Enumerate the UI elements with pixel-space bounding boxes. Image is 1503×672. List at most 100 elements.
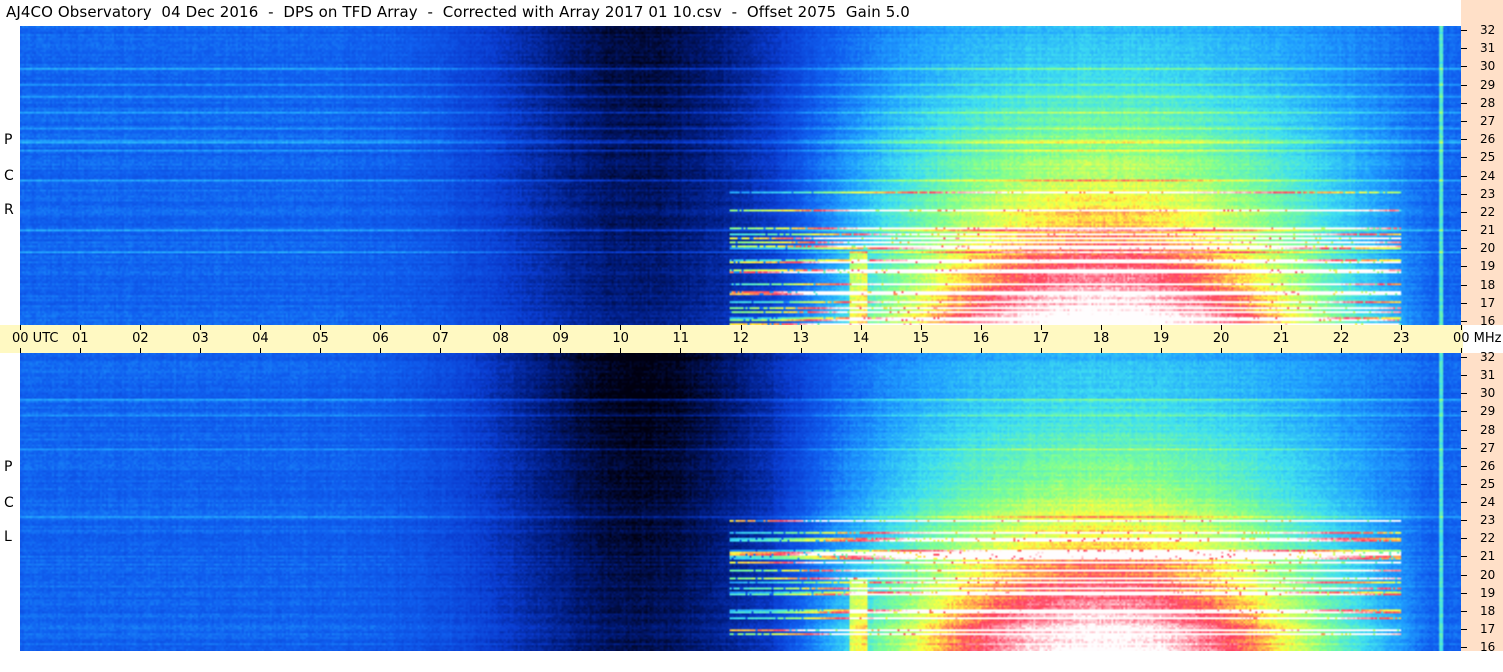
freq-tick: [1461, 175, 1467, 177]
freq-tick: [1461, 520, 1467, 522]
time-tick: [1400, 325, 1402, 330]
time-tick: [1461, 325, 1462, 330]
time-tick: [500, 325, 502, 330]
freq-tick-label: 17: [1480, 295, 1496, 310]
time-tick: [140, 325, 142, 330]
freq-tick: [1461, 302, 1467, 304]
freq-tick: [1461, 647, 1467, 648]
lcp-panel-label: L C P: [0, 353, 20, 651]
freq-tick: [1461, 502, 1467, 503]
time-tick-label: 22: [1332, 331, 1350, 346]
freq-tick-label: 26: [1480, 132, 1496, 147]
time-tick-label: 17: [1032, 331, 1050, 346]
freq-tick-label: 22: [1480, 531, 1496, 546]
time-tick: [1280, 325, 1282, 330]
freq-tick-label: 28: [1480, 95, 1496, 110]
time-tick: [1220, 325, 1222, 330]
time-tick: [560, 325, 562, 330]
time-tick: [800, 325, 802, 330]
time-tick-label: 04: [252, 331, 269, 346]
freq-tick: [1461, 592, 1467, 594]
time-tick-label: 02: [132, 331, 149, 346]
time-tick-label: 09: [552, 331, 569, 346]
freq-tick: [1461, 393, 1467, 395]
freq-tick-label: 18: [1480, 277, 1496, 292]
freq-tick-label: 20: [1480, 567, 1496, 582]
freq-tick: [1461, 30, 1467, 31]
time-tick-label: 21: [1272, 331, 1290, 346]
time-tick: [440, 325, 442, 330]
time-tick: [80, 325, 82, 330]
time-tick: [1040, 325, 1042, 330]
freq-tick-label: 22: [1480, 204, 1496, 219]
time-tick-label: 00 MHz: [1453, 331, 1502, 346]
time-tick-label: 19: [1152, 331, 1170, 346]
freq-tick-label: 24: [1480, 495, 1496, 509]
time-tick: [1160, 325, 1162, 330]
time-tick-label: 23: [1392, 331, 1410, 346]
freq-tick: [1461, 157, 1467, 159]
freq-tick-label: 31: [1480, 41, 1496, 56]
rcp-label-letter-1: R: [4, 202, 14, 218]
freq-tick-label: 30: [1480, 59, 1496, 74]
freq-tick: [1461, 628, 1467, 630]
freq-tick-label: 21: [1480, 223, 1496, 238]
time-tick: [320, 325, 322, 330]
freq-tick: [1461, 429, 1467, 431]
freq-tick-label: 27: [1480, 440, 1496, 455]
freq-tick-label: 23: [1480, 186, 1496, 201]
time-tick-label: 14: [852, 331, 870, 346]
freq-tick-label: 23: [1480, 513, 1496, 528]
time-tick: [680, 325, 682, 330]
time-tick: [860, 325, 862, 330]
time-tick: [260, 325, 262, 330]
freq-tick: [1461, 321, 1467, 322]
time-tick: [1340, 325, 1342, 330]
freq-tick-label: 25: [1480, 476, 1496, 491]
freq-tick-label: 28: [1480, 422, 1496, 437]
time-tick: [20, 325, 21, 330]
freq-tick-label: 32: [1480, 350, 1496, 364]
time-tick-label: 00 UTC: [12, 331, 59, 346]
time-tick-label: 12: [732, 331, 750, 346]
freq-tick-label: 18: [1480, 603, 1496, 618]
freq-tick-label: 19: [1480, 259, 1496, 274]
time-tick-label: 07: [432, 331, 449, 346]
freq-tick-label: 31: [1480, 368, 1496, 383]
lcp-spectrogram-canvas: [20, 353, 1461, 651]
time-tick-label: 06: [372, 331, 389, 346]
rcp-frequency-axis: 32 31 30 29 28 27 26 25 24 23 22 21 20 19 18 17 16: [1461, 23, 1503, 327]
lcp-label-letter-1: L: [4, 529, 12, 545]
freq-tick-label: 24: [1480, 168, 1496, 183]
time-tick: [620, 325, 622, 330]
lcp-frequency-axis: 32 31 30 29 28 27 26 25 24 23 22 21 20 19 18 17 16: [1461, 350, 1503, 653]
freq-tick-label: 32: [1480, 23, 1496, 37]
time-tick-label: 08: [492, 331, 509, 346]
rcp-label-letter-3: P: [4, 132, 13, 148]
time-tick-label: 11: [672, 331, 689, 346]
time-tick: [740, 325, 742, 330]
freq-tick: [1461, 610, 1467, 612]
time-tick: [980, 325, 982, 330]
freq-tick: [1461, 411, 1467, 413]
freq-tick: [1461, 139, 1467, 141]
bottom-margin: [20, 651, 1503, 672]
freq-tick: [1461, 211, 1467, 213]
lcp-label-letter-3: P: [4, 459, 13, 475]
time-tick-label: 20: [1212, 331, 1230, 346]
freq-tick: [1461, 574, 1467, 576]
freq-tick-label: 30: [1480, 386, 1496, 401]
lcp-label-letter-2: C: [4, 495, 14, 511]
freq-tick: [1461, 66, 1467, 68]
freq-tick: [1461, 102, 1467, 104]
freq-tick-label: 26: [1480, 458, 1496, 473]
freq-tick: [1461, 465, 1467, 467]
freq-tick: [1461, 84, 1467, 86]
freq-tick: [1461, 248, 1467, 250]
freq-tick: [1461, 193, 1467, 195]
freq-tick-label: 21: [1480, 549, 1496, 564]
chart-title: AJ4CO Observatory 04 Dec 2016 - DPS on T…: [6, 3, 910, 21]
time-tick: [200, 325, 202, 330]
freq-tick-label: 29: [1480, 77, 1496, 92]
freq-tick-label: 25: [1480, 150, 1496, 165]
